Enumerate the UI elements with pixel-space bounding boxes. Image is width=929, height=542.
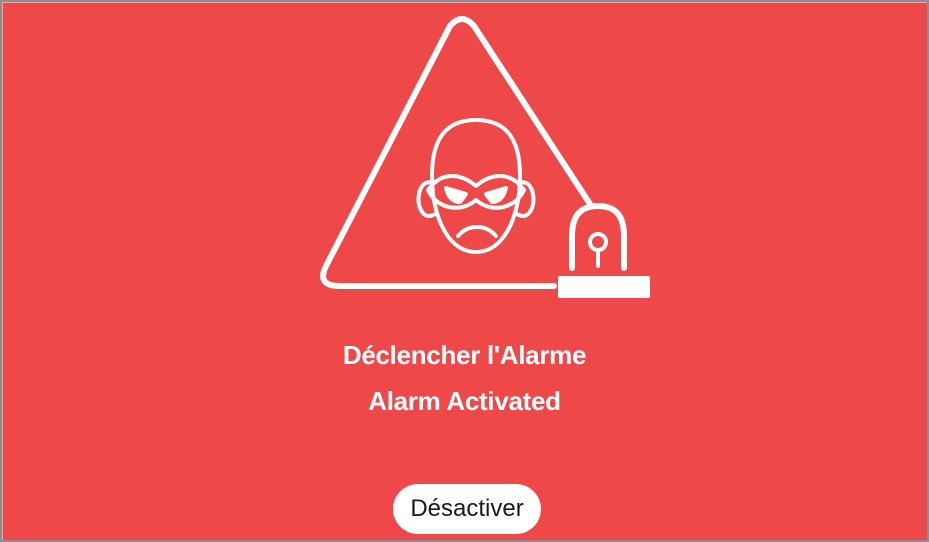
alarm-title-en: Alarm Activated: [368, 386, 561, 416]
alarm-screen: Déclencher l'Alarme Alarm Activated Désa…: [0, 0, 929, 542]
alarm-title-fr: Déclencher l'Alarme: [342, 340, 587, 370]
alarm-illustration: [320, 16, 650, 298]
siren-icon: [558, 203, 650, 298]
intruder-face-icon: [416, 118, 536, 254]
deactivate-button[interactable]: Désactiver: [393, 484, 541, 534]
